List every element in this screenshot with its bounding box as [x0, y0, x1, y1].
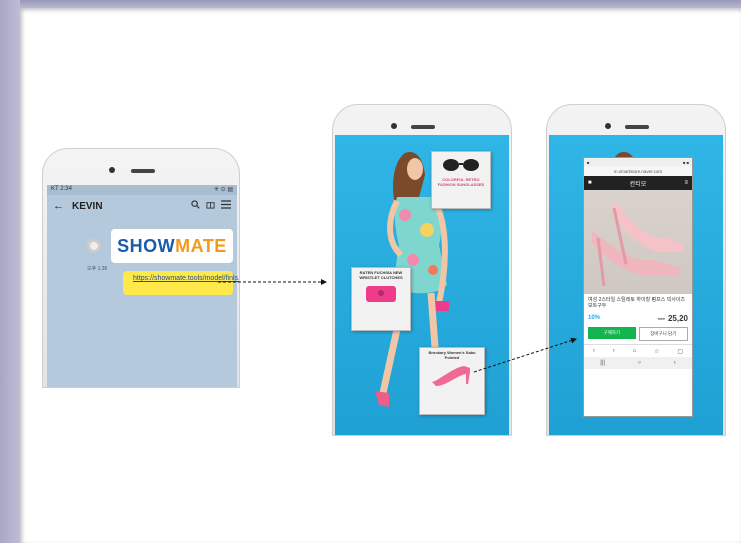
shop-status-bar: ■ ■ ■ — [584, 158, 692, 166]
shop-page: ■ ■ ■ m.smartstore.naver.com ■ 칸티모 ≡ 여성 2… — [583, 157, 693, 417]
action-buttons: 구매하기 장바구니 담기 — [584, 324, 692, 344]
phone-chat: KT 2:34 ✳ ⊙ ▤ ← KEVIN 오후 1:36 SHOW MATE h… — [42, 148, 240, 388]
tag-sunglasses[interactable]: COLORFUL RETRO FASHION SUNGLASSES — [431, 151, 491, 209]
camera-icon — [605, 123, 611, 129]
avatar[interactable] — [87, 239, 101, 253]
status-left: KT 2:34 — [51, 186, 72, 192]
tag-clutch-name: RATEN FUCHSIA NEW WRISTLET CLUTCHES — [359, 270, 403, 280]
status-right: ✳ ⊙ ▤ — [213, 187, 233, 193]
product-image[interactable] — [584, 190, 692, 294]
camera-icon — [391, 123, 397, 129]
gift-icon[interactable] — [206, 200, 215, 212]
back-icon[interactable]: ‹ — [593, 348, 595, 354]
add-to-cart-button[interactable]: 장바구니 담기 — [638, 327, 688, 341]
heels-icon — [592, 200, 684, 287]
shop-url[interactable]: m.smartstore.naver.com — [584, 166, 692, 176]
tag-sunglasses-name: COLORFUL RETRO FASHION SUNGLASSES — [437, 177, 485, 187]
sunglasses-icon — [443, 159, 479, 171]
logo-text-show: SHOW — [117, 235, 176, 256]
shoe-icon — [432, 366, 470, 386]
window-left-border — [0, 0, 20, 543]
forward-icon[interactable]: › — [613, 348, 615, 354]
tag-shoes[interactable]: Brookary Women's Sabo Pointed — [419, 347, 485, 415]
speaker-slot — [131, 169, 155, 173]
window-top-border — [0, 0, 741, 8]
back-button-icon[interactable]: ‹ — [674, 360, 676, 366]
speaker-slot — [625, 125, 649, 129]
showmate-link[interactable]: https://showmate.tools/model/finls.html — [123, 271, 239, 295]
chat-screen: KT 2:34 ✳ ⊙ ▤ ← KEVIN 오후 1:36 SHOW MATE h… — [47, 185, 239, 387]
original-price: ■■■ — [657, 315, 665, 321]
chat-title: KEVIN — [72, 200, 103, 212]
bookmark-icon[interactable]: ☆ — [654, 348, 659, 355]
phone-model: COLORFUL RETRO FASHION SUNGLASSES RATEN … — [332, 104, 512, 436]
home-button-icon[interactable]: ○ — [638, 360, 642, 366]
discount-rate: 10% — [588, 315, 601, 321]
speaker-slot — [411, 125, 435, 129]
tag-clutch[interactable]: RATEN FUCHSIA NEW WRISTLET CLUTCHES — [351, 267, 411, 331]
status-bar: KT 2:34 ✳ ⊙ ▤ — [47, 185, 237, 195]
chat-header: ← KEVIN — [47, 195, 237, 217]
price-row: 10% ■■■ 25,20 — [584, 312, 692, 324]
clutch-icon — [366, 286, 396, 302]
store-name: 칸티모 — [629, 181, 647, 188]
tabs-icon[interactable]: ▢ — [677, 348, 683, 355]
browser-nav: ‹ › ⌂ ☆ ▢ — [584, 344, 692, 357]
sale-price: 25,20 — [667, 313, 688, 323]
menu-icon[interactable] — [221, 200, 231, 212]
tag-shoes-name: Brookary Women's Sabo Pointed — [428, 350, 476, 360]
message-timestamp: 오후 1:36 — [87, 266, 108, 272]
recent-apps-icon[interactable]: ||| — [600, 360, 605, 366]
home-icon[interactable]: ■ — [588, 180, 592, 186]
model-screen: COLORFUL RETRO FASHION SUNGLASSES RATEN … — [335, 135, 509, 435]
home-icon[interactable]: ⌂ — [633, 348, 637, 354]
shop-background: ■ ■ ■ m.smartstore.naver.com ■ 칸티모 ≡ 여성 2… — [549, 135, 723, 435]
camera-icon — [109, 167, 115, 173]
menu-icon[interactable]: ≡ — [684, 180, 688, 186]
system-nav: ||| ○ ‹ — [584, 357, 692, 369]
phone-shop: ■ ■ ■ m.smartstore.naver.com ■ 칸티모 ≡ 여성 2… — [546, 104, 726, 436]
showmate-logo-card[interactable]: SHOW MATE — [111, 229, 233, 263]
search-icon[interactable] — [191, 200, 200, 212]
product-title: 여성 2스타일 스틸레토 하이힐 펌프스 빅사이즈 보트구두 — [588, 297, 686, 309]
buy-button[interactable]: 구매하기 — [588, 327, 636, 339]
back-arrow-icon[interactable]: ← — [53, 200, 64, 212]
shop-header: ■ 칸티모 ≡ — [584, 176, 692, 190]
logo-text-mate: MATE — [175, 235, 227, 256]
